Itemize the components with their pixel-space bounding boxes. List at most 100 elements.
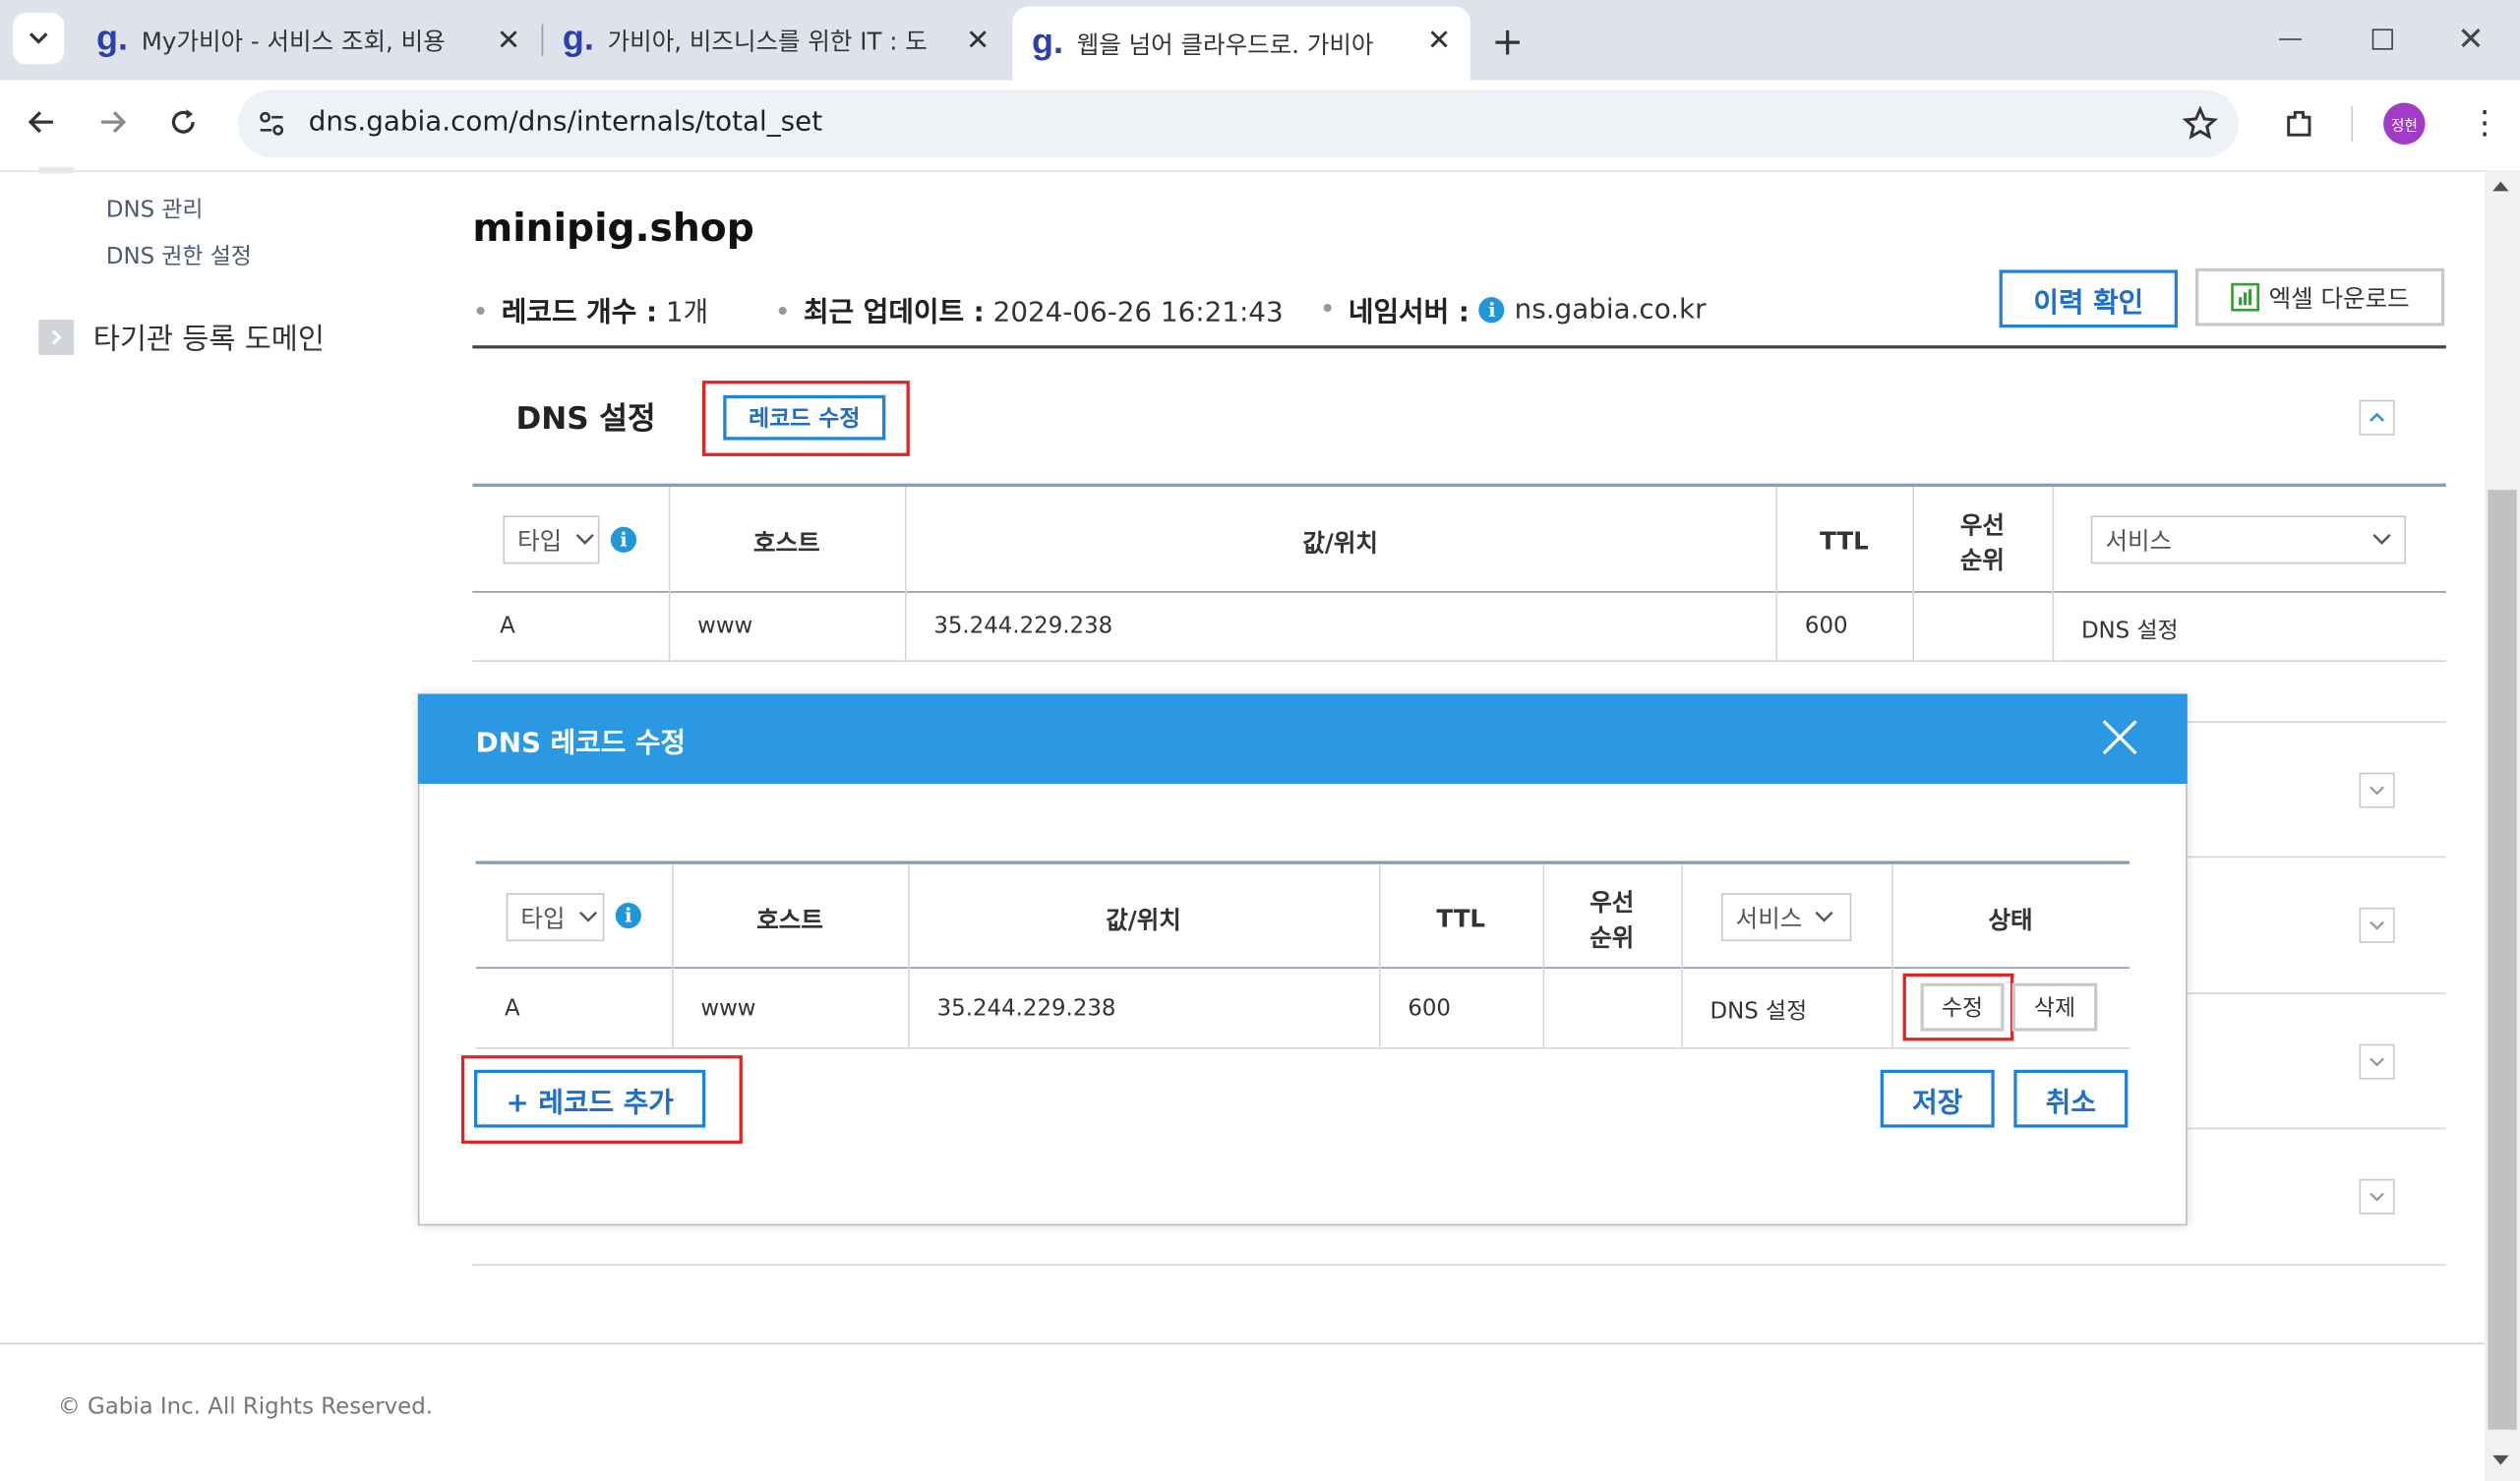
chevron-down-icon <box>2370 920 2384 930</box>
modal-col-host: 호스트 <box>756 906 823 935</box>
sidebar-link-dns-permission[interactable]: DNS 권한 설정 <box>106 239 252 271</box>
chevron-down-icon <box>1816 911 1834 922</box>
updated-label: 최근 업데이트 : <box>804 297 985 329</box>
close-tab-icon[interactable]: ✕ <box>966 25 990 58</box>
col-host: 호스트 <box>752 528 820 558</box>
record-edit-label: 레코드 수정 <box>749 406 861 433</box>
footer-copyright: © Gabia Inc. All Rights Reserved. <box>57 1393 434 1420</box>
type-filter-select[interactable]: 타입 <box>503 515 600 564</box>
modal-table-header-bottom <box>475 967 2130 969</box>
sidebar-link-dns-management[interactable]: DNS 관리 <box>106 193 204 225</box>
row-ttl: 600 <box>1804 613 1848 640</box>
site-info-icon[interactable] <box>257 109 285 138</box>
table-top-border <box>472 483 2446 487</box>
footer-divider <box>0 1342 2486 1345</box>
modal-row-type: A <box>505 995 520 1022</box>
row-host: www <box>697 613 753 640</box>
gabia-favicon-icon: g. <box>96 17 128 58</box>
sidebar-section-other-registrar[interactable]: 타기관 등록 도메인 <box>93 317 325 358</box>
excel-download-button[interactable]: 엑셀 다운로드 <box>2194 267 2445 326</box>
modal-col-value: 값/위치 <box>1106 906 1181 935</box>
chevron-down-icon <box>2370 786 2384 796</box>
arrow-right-icon <box>100 111 127 134</box>
col-value: 값/위치 <box>1302 528 1378 558</box>
modal-col-priority-line2: 순위 <box>1590 923 1635 953</box>
col-divider <box>671 863 674 1047</box>
cancel-label: 취소 <box>2045 1087 2096 1119</box>
modal-row-service: DNS 설정 <box>1710 998 1808 1026</box>
row-edit-label: 수정 <box>1941 995 1984 1022</box>
tab-title: 웹을 넘어 클라우드로. 가비아 <box>1076 30 1374 59</box>
info-icon[interactable]: i <box>615 902 641 929</box>
bookmark-star-icon[interactable] <box>2182 105 2218 142</box>
record-count-label: 레코드 개수 : <box>501 297 658 329</box>
add-record-button[interactable]: + 레코드 추가 <box>474 1069 706 1128</box>
updated-value: 2024-06-26 16:21:43 <box>992 297 1284 329</box>
save-button[interactable]: 저장 <box>1880 1069 1995 1128</box>
info-icon[interactable]: i <box>610 526 637 553</box>
col-divider <box>668 486 671 661</box>
cancel-button[interactable]: 취소 <box>2013 1069 2129 1128</box>
extensions-icon[interactable] <box>2282 106 2317 142</box>
modal-row-host: www <box>700 995 756 1022</box>
close-tab-icon[interactable]: ✕ <box>497 25 521 58</box>
forward-button[interactable] <box>96 106 129 139</box>
browser-menu-icon[interactable]: ⋮ <box>2469 103 2501 142</box>
close-window-button[interactable]: ✕ <box>2457 20 2484 58</box>
tab-gabia-cloud[interactable]: g. 웹을 넘어 클라우드로. 가비아 ✕ <box>1012 6 1471 81</box>
table-header-bottom <box>472 591 2446 593</box>
modal-service-filter-value: 서비스 <box>1735 903 1803 933</box>
modal-service-filter-select[interactable]: 서비스 <box>1720 893 1852 942</box>
header-divider <box>472 345 2446 349</box>
info-icon[interactable]: i <box>1478 296 1505 323</box>
close-tab-icon[interactable]: ✕ <box>1427 25 1452 58</box>
new-tab-button[interactable]: + <box>1491 20 1524 65</box>
expand-section-button[interactable] <box>2359 1043 2395 1080</box>
row-edit-button[interactable]: 수정 <box>1920 982 2005 1032</box>
row-delete-label: 삭제 <box>2033 995 2076 1022</box>
scroll-down-arrow[interactable] <box>2492 1453 2509 1466</box>
tab-mygabia[interactable]: g. My가비아 - 서비스 조회, 비용 ✕ <box>77 0 540 81</box>
modal-title: DNS 레코드 수정 <box>475 727 687 760</box>
add-record-label: + 레코드 추가 <box>506 1087 674 1119</box>
back-button[interactable] <box>26 106 58 139</box>
url-text[interactable]: dns.gabia.com/dns/internals/total_set <box>309 106 822 139</box>
history-button[interactable]: 이력 확인 <box>1999 269 2178 328</box>
bullet: • <box>774 297 791 329</box>
reload-button[interactable] <box>167 106 200 139</box>
toolbar-divider <box>2351 105 2354 142</box>
service-filter-select[interactable]: 서비스 <box>2090 515 2406 564</box>
domain-title: minipig.shop <box>472 206 754 251</box>
bullet: • <box>1319 293 1336 326</box>
nameserver-label: 네임서버 : <box>1348 297 1470 329</box>
modal-col-priority-line1: 우선 <box>1590 888 1635 918</box>
modal-table-top-border <box>475 860 2130 864</box>
row-delete-button[interactable]: 삭제 <box>2011 982 2098 1032</box>
tab-gabia-business[interactable]: g. 가비아, 비즈니스를 위한 IT : 도 ✕ <box>543 0 1009 81</box>
dns-section-title: DNS 설정 <box>515 401 656 438</box>
expand-section-button[interactable] <box>2359 772 2395 808</box>
chevron-up-icon <box>2370 412 2385 422</box>
excel-button-label: 엑셀 다운로드 <box>2268 283 2410 313</box>
expand-section-button[interactable] <box>2359 907 2395 943</box>
restore-button[interactable] <box>2371 29 2393 50</box>
minimize-button[interactable] <box>2278 38 2302 40</box>
excel-chart-icon <box>2230 282 2259 312</box>
nameserver-meta: • 네임서버 : i ns.gabia.co.kr <box>1319 289 1706 329</box>
modal-table-row-bottom <box>475 1046 2130 1049</box>
chevron-down-icon <box>2370 1057 2384 1067</box>
reload-icon <box>171 109 195 134</box>
modal-close-button[interactable] <box>2101 718 2139 756</box>
sidebar-section-expand[interactable] <box>38 320 75 355</box>
collapse-section-button[interactable] <box>2359 399 2395 436</box>
col-divider <box>1891 863 1893 1047</box>
tab-search-button[interactable] <box>13 13 65 65</box>
expand-section-button[interactable] <box>2359 1178 2395 1214</box>
scrollbar-thumb[interactable] <box>2488 490 2517 1430</box>
profile-avatar[interactable]: 정현 <box>2383 102 2426 146</box>
modal-col-status: 상태 <box>1988 906 2033 935</box>
scroll-up-arrow[interactable] <box>2492 180 2509 193</box>
tab-title: My가비아 - 서비스 조회, 비용 <box>141 26 446 56</box>
modal-type-filter-select[interactable]: 타입 <box>506 893 605 942</box>
record-edit-button[interactable]: 레코드 수정 <box>723 394 886 441</box>
